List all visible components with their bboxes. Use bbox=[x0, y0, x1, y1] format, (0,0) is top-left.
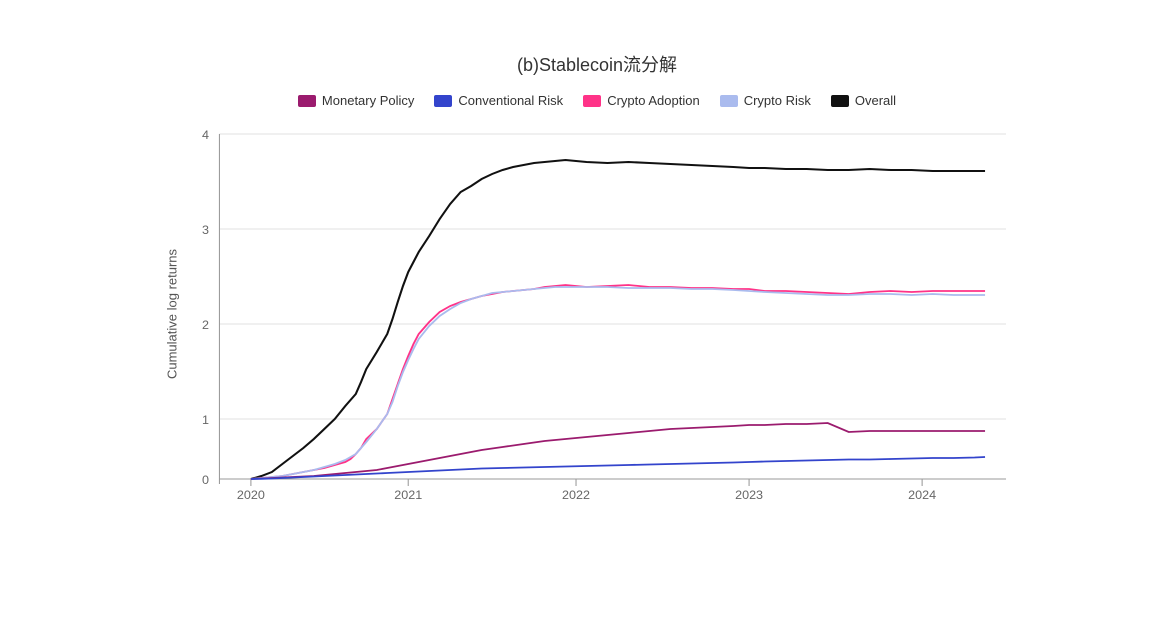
legend-item-monetary-policy: Monetary Policy bbox=[298, 93, 414, 108]
legend-item-overall: Overall bbox=[831, 93, 896, 108]
svg-text:2023: 2023 bbox=[735, 488, 763, 502]
svg-text:2020: 2020 bbox=[237, 488, 265, 502]
legend-label-monetary-policy: Monetary Policy bbox=[322, 93, 414, 108]
svg-text:2: 2 bbox=[202, 318, 209, 332]
legend-color-conventional-risk bbox=[434, 95, 452, 107]
legend-color-crypto-adoption bbox=[583, 95, 601, 107]
legend-item-conventional-risk: Conventional Risk bbox=[434, 93, 563, 108]
svg-text:3: 3 bbox=[202, 223, 209, 237]
svg-text:2022: 2022 bbox=[562, 488, 590, 502]
line-conventional-risk bbox=[251, 457, 985, 479]
legend-label-crypto-risk: Crypto Risk bbox=[744, 93, 811, 108]
chart-svg: 4 3 2 1 0 2020 2021 2022 2023 2024 bbox=[167, 124, 1027, 504]
legend-item-crypto-adoption: Crypto Adoption bbox=[583, 93, 700, 108]
legend-color-monetary-policy bbox=[298, 95, 316, 107]
line-monetary-policy bbox=[251, 423, 985, 479]
svg-text:1: 1 bbox=[202, 413, 209, 427]
chart-title: (b)Stablecoin流分解 bbox=[167, 51, 1027, 77]
svg-text:0: 0 bbox=[202, 473, 209, 487]
chart-container: (b)Stablecoin流分解 Monetary Policy Conventi… bbox=[87, 31, 1087, 591]
legend-label-conventional-risk: Conventional Risk bbox=[458, 93, 563, 108]
legend-item-crypto-risk: Crypto Risk bbox=[720, 93, 811, 108]
legend: Monetary Policy Conventional Risk Crypto A… bbox=[167, 93, 1027, 108]
svg-text:4: 4 bbox=[202, 128, 209, 142]
legend-color-crypto-risk bbox=[720, 95, 738, 107]
svg-text:2021: 2021 bbox=[394, 488, 422, 502]
y-axis-label: Cumulative log returns bbox=[165, 249, 180, 379]
legend-color-overall bbox=[831, 95, 849, 107]
legend-label-crypto-adoption: Crypto Adoption bbox=[607, 93, 700, 108]
svg-text:2024: 2024 bbox=[908, 488, 936, 502]
legend-label-overall: Overall bbox=[855, 93, 896, 108]
chart-area: Cumulative log returns 4 3 2 1 0 2020 20… bbox=[167, 124, 1027, 504]
